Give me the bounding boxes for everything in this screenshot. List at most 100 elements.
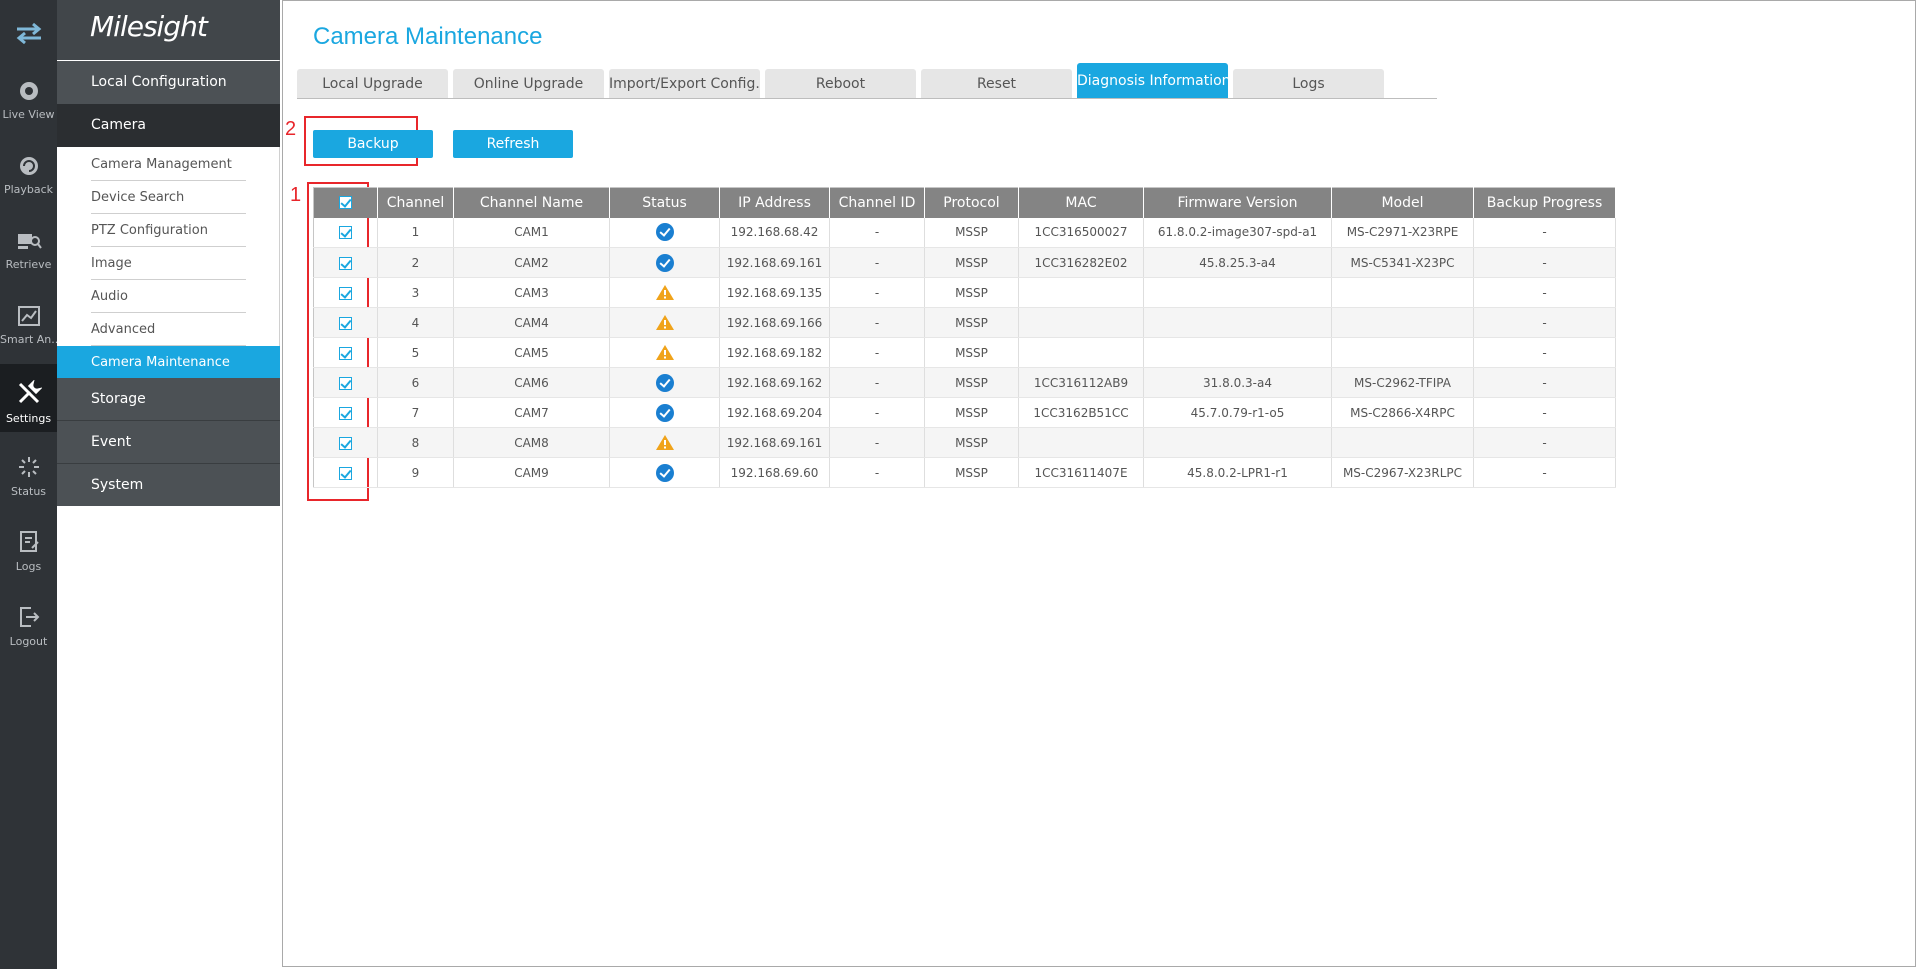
- row-checkbox[interactable]: [339, 256, 352, 270]
- backup-progress-cell: -: [1473, 427, 1616, 458]
- menu-system[interactable]: System: [57, 464, 280, 507]
- menu-audio[interactable]: Audio: [91, 280, 246, 313]
- select-cell[interactable]: [313, 247, 378, 278]
- tab-local-upgrade[interactable]: Local Upgrade: [297, 69, 448, 98]
- select-cell[interactable]: [313, 457, 378, 488]
- ip-address-cell: 192.168.69.161: [719, 247, 830, 278]
- menu-ptz-configuration[interactable]: PTZ Configuration: [91, 214, 246, 247]
- row-checkbox[interactable]: [339, 376, 352, 390]
- row-checkbox[interactable]: [339, 436, 352, 450]
- table-body: 1 CAM1 192.168.68.42- MSSP 1CC316500027 61.8.…: [313, 217, 1616, 488]
- table-row[interactable]: 9 CAM9 192.168.69.60- MSSP 1CC31611407E 45.8.…: [313, 457, 1616, 488]
- protocol-cell: MSSP: [924, 277, 1019, 308]
- model-cell: MS-C5341-X23PC: [1331, 247, 1474, 278]
- status-cell: [609, 277, 720, 308]
- channel-id-cell: -: [829, 457, 925, 488]
- table-row[interactable]: 5 CAM5 192.168.69.182- MSSP -: [313, 337, 1616, 368]
- row-checkbox[interactable]: [339, 226, 352, 240]
- select-cell[interactable]: [313, 217, 378, 248]
- tab-bar: Local Upgrade Online Upgrade Import/Expo…: [297, 63, 1437, 99]
- rail-retrieve[interactable]: Retrieve: [0, 230, 57, 300]
- rail-settings[interactable]: Settings: [0, 364, 57, 432]
- tab-import-export-config[interactable]: Import/Export Config...: [609, 69, 760, 98]
- menu-toggle-button[interactable]: [0, 22, 57, 58]
- rail-logout[interactable]: Logout: [0, 605, 57, 675]
- swap-arrows-icon: [16, 22, 41, 44]
- menu-camera-maintenance[interactable]: Camera Maintenance: [57, 346, 280, 379]
- rail-label: Live View: [2, 108, 55, 121]
- mac-cell: 1CC316500027: [1018, 217, 1144, 248]
- protocol-cell: MSSP: [924, 397, 1019, 428]
- row-checkbox[interactable]: [339, 406, 352, 420]
- rail-logs[interactable]: Logs: [0, 530, 57, 600]
- tab-online-upgrade[interactable]: Online Upgrade: [453, 69, 604, 98]
- firmware-cell: [1143, 337, 1332, 368]
- chart-icon: [17, 306, 40, 326]
- wrench-icon: [18, 380, 42, 404]
- menu-camera[interactable]: Camera: [57, 104, 280, 147]
- select-cell[interactable]: [313, 277, 378, 308]
- channel-id-cell: -: [829, 427, 925, 458]
- menu-device-search[interactable]: Device Search: [91, 181, 246, 214]
- app-root: Live View Playback Retrieve Smart An... …: [0, 0, 1920, 969]
- select-cell[interactable]: [313, 307, 378, 338]
- row-checkbox[interactable]: [339, 466, 352, 480]
- protocol-cell: MSSP: [924, 337, 1019, 368]
- rail-playback[interactable]: Playback: [0, 155, 57, 225]
- settings-menu: Milesight Local Configuration Camera Cam…: [57, 0, 280, 969]
- menu-event[interactable]: Event: [57, 421, 280, 464]
- rail-label: Status: [10, 485, 47, 498]
- menu-advanced[interactable]: Advanced: [91, 313, 246, 346]
- menu-camera-management[interactable]: Camera Management: [91, 148, 246, 181]
- table-row[interactable]: 6 CAM6 192.168.69.162- MSSP 1CC316112AB9 31.8…: [313, 367, 1616, 398]
- menu-storage[interactable]: Storage: [57, 378, 280, 421]
- table-row[interactable]: 1 CAM1 192.168.68.42- MSSP 1CC316500027 61.8.…: [313, 217, 1616, 248]
- table-row[interactable]: 7 CAM7 192.168.69.204- MSSP 1CC3162B51CC 45.7…: [313, 397, 1616, 428]
- channel-name-cell: CAM6: [453, 367, 610, 398]
- page-title: Camera Maintenance: [313, 23, 543, 50]
- channel-id-cell: -: [829, 217, 925, 248]
- select-all-checkbox[interactable]: [339, 196, 352, 210]
- rail-label: Settings: [5, 412, 52, 425]
- menu-image[interactable]: Image: [91, 247, 246, 280]
- row-checkbox[interactable]: [339, 346, 352, 360]
- backup-progress-cell: -: [1473, 307, 1616, 338]
- select-cell[interactable]: [313, 367, 378, 398]
- backup-progress-cell: -: [1473, 277, 1616, 308]
- protocol-cell: MSSP: [924, 457, 1019, 488]
- channel-cell: 7: [377, 397, 454, 428]
- table-row[interactable]: 8 CAM8 192.168.69.161- MSSP -: [313, 427, 1616, 458]
- refresh-button[interactable]: Refresh: [453, 130, 573, 158]
- live-view-icon: [19, 82, 38, 100]
- status-icon: [18, 457, 39, 477]
- select-cell[interactable]: [313, 397, 378, 428]
- ip-address-cell: 192.168.69.162: [719, 367, 830, 398]
- protocol-cell: MSSP: [924, 217, 1019, 248]
- row-checkbox[interactable]: [339, 316, 352, 330]
- table-row[interactable]: 2 CAM2 192.168.69.161- MSSP 1CC316282E02 45.8…: [313, 247, 1616, 278]
- firmware-cell: 45.8.0.2-LPR1-r1: [1143, 457, 1332, 488]
- table-row[interactable]: 4 CAM4 192.168.69.166- MSSP -: [313, 307, 1616, 338]
- mac-cell: [1018, 337, 1144, 368]
- menu-local-configuration[interactable]: Local Configuration: [57, 61, 280, 104]
- channel-name-cell: CAM4: [453, 307, 610, 338]
- tab-reboot[interactable]: Reboot: [765, 69, 916, 98]
- table-row[interactable]: 3 CAM3 192.168.69.135- MSSP -: [313, 277, 1616, 308]
- backup-progress-cell: -: [1473, 217, 1616, 248]
- select-cell[interactable]: [313, 337, 378, 368]
- column-header: Status: [609, 187, 720, 218]
- tab-diagnosis-information[interactable]: Diagnosis Information: [1077, 63, 1228, 98]
- tab-reset[interactable]: Reset: [921, 69, 1072, 98]
- status-cell: [609, 217, 720, 248]
- tab-logs[interactable]: Logs: [1233, 69, 1384, 98]
- icon-rail: Live View Playback Retrieve Smart An... …: [0, 0, 57, 969]
- select-cell[interactable]: [313, 427, 378, 458]
- select-all-header[interactable]: [313, 187, 378, 218]
- channel-cell: 6: [377, 367, 454, 398]
- rail-status[interactable]: Status: [0, 455, 57, 525]
- row-checkbox[interactable]: [339, 286, 352, 300]
- rail-live-view[interactable]: Live View: [0, 80, 57, 150]
- backup-progress-cell: -: [1473, 247, 1616, 278]
- firmware-cell: [1143, 307, 1332, 338]
- backup-button[interactable]: Backup: [313, 130, 433, 158]
